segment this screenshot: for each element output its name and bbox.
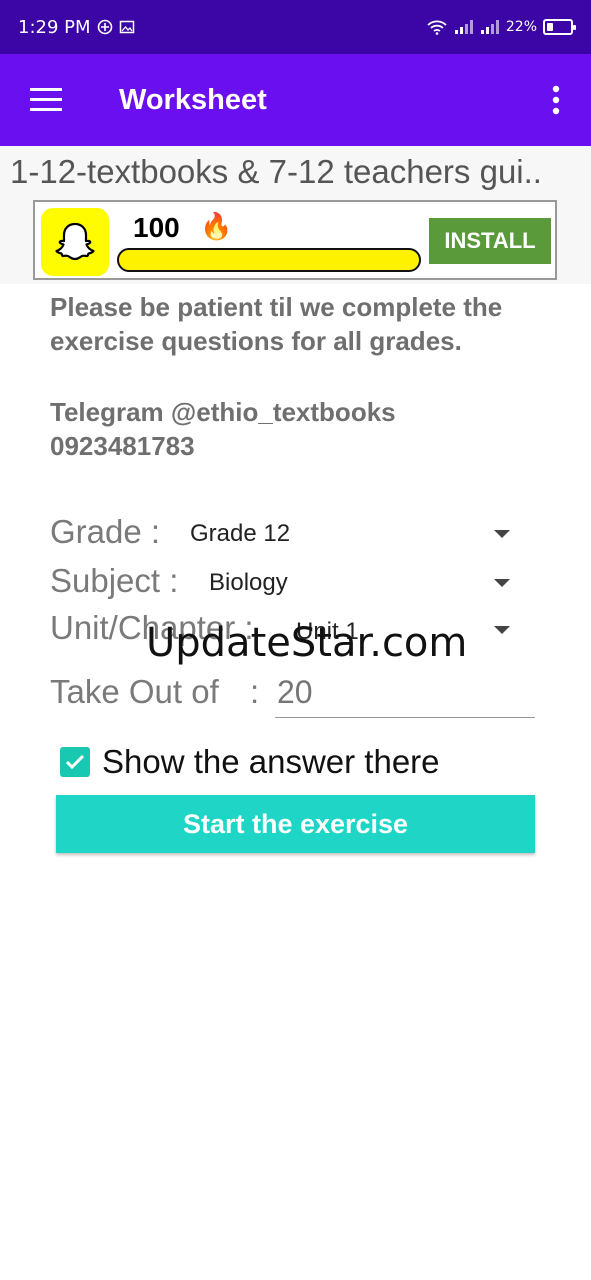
battery-percent: 22% — [505, 19, 537, 35]
menu-button[interactable] — [0, 54, 92, 146]
unit-value: Unit 1 — [296, 618, 359, 645]
signal-icon-2 — [480, 19, 500, 35]
contact-info: Telegram @ethio_textbooks 0923481783 — [50, 395, 560, 463]
unit-spinner[interactable]: Unit 1 — [296, 612, 520, 652]
show-answer-checkbox[interactable] — [60, 747, 90, 777]
ad-banner[interactable]: 100 🔥 INSTALL — [33, 200, 557, 280]
grade-value: Grade 12 — [190, 520, 291, 547]
subject-value: Biology — [209, 569, 288, 596]
start-exercise-button[interactable]: Start the exercise — [56, 795, 535, 853]
fire-icon: 🔥 — [200, 211, 233, 241]
dropdown-arrow-icon — [494, 579, 510, 587]
signal-icon — [454, 19, 474, 35]
wifi-icon — [426, 19, 448, 35]
image-icon — [119, 19, 135, 35]
dropdown-arrow-icon — [494, 626, 510, 634]
grade-label: Grade : — [50, 513, 161, 550]
takeout-label: Take Out of — [50, 673, 219, 710]
ad-progress-bar — [117, 248, 421, 272]
unit-label: Unit/Chapter : — [50, 609, 254, 646]
ad-score: 100 — [133, 212, 180, 243]
status-bar: 1:29 PM 22% — [0, 0, 591, 54]
install-button[interactable]: INSTALL — [429, 218, 551, 264]
more-vert-icon — [552, 85, 560, 115]
show-answer-toggle[interactable]: Show the answer there — [60, 740, 440, 784]
dropdown-arrow-icon — [494, 530, 510, 538]
status-time: 1:29 PM — [18, 16, 91, 38]
notice-text: Please be patient til we complete the ex… — [50, 292, 503, 356]
subject-label: Subject : — [50, 562, 179, 599]
contact-phone: 0923481783 — [50, 431, 195, 461]
page-title: Worksheet — [119, 83, 267, 116]
snapchat-logo-icon — [41, 208, 109, 276]
hamburger-menu-icon — [30, 88, 62, 111]
checkmark-icon — [65, 754, 85, 770]
location-icon — [97, 19, 113, 35]
app-bar: Worksheet — [0, 54, 591, 146]
subject-spinner[interactable]: Biology — [209, 563, 520, 603]
marquee-banner: 1-12-textbooks & 7-12 teachers gui.. — [0, 146, 591, 198]
show-answer-label: Show the answer there — [102, 743, 440, 780]
takeout-colon: : — [250, 673, 260, 710]
overflow-menu-button[interactable] — [521, 54, 591, 146]
takeout-input[interactable] — [275, 668, 535, 718]
grade-spinner[interactable]: Grade 12 — [190, 514, 520, 554]
battery-icon — [543, 19, 576, 35]
contact-telegram: Telegram @ethio_textbooks — [50, 397, 396, 427]
ad-container: 100 🔥 INSTALL — [0, 198, 591, 284]
